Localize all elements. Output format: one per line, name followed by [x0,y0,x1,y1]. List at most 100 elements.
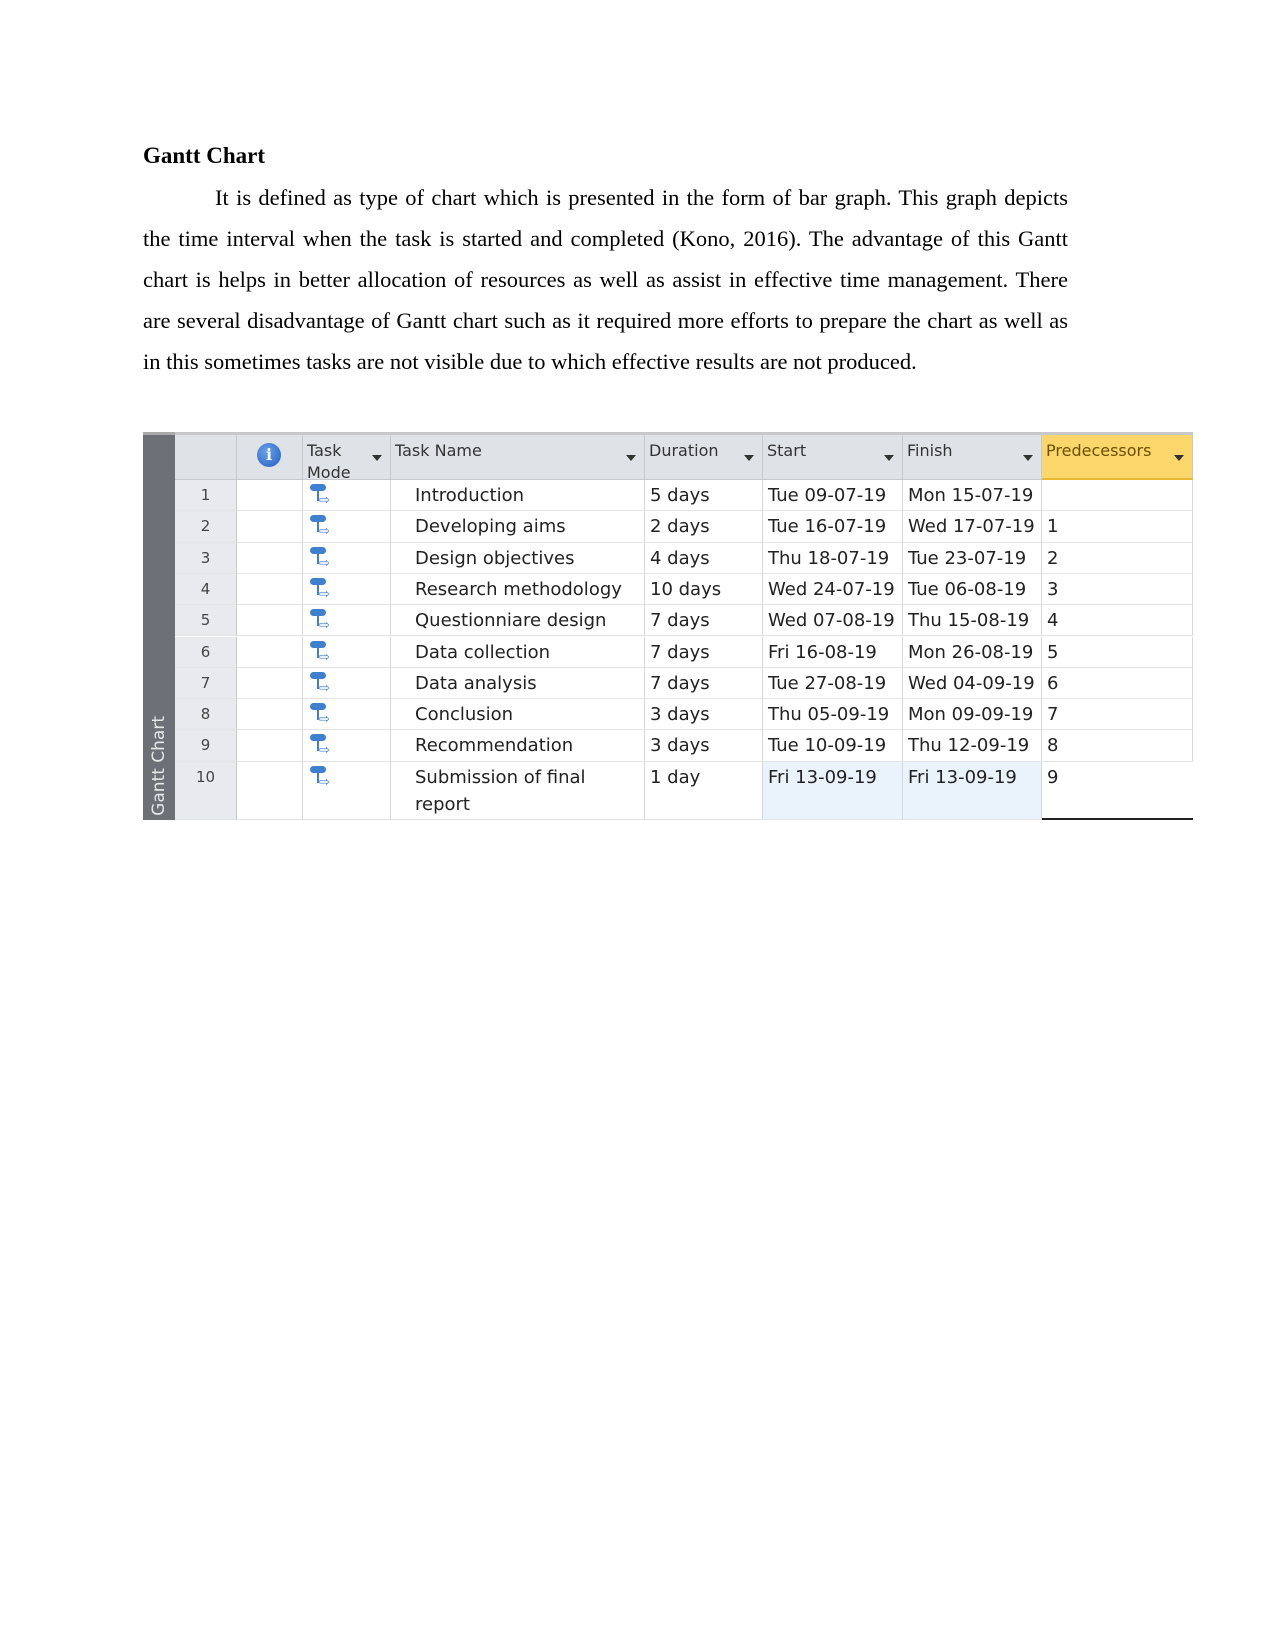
finish-cell[interactable]: Fri 13-09-19 [903,761,1042,820]
dropdown-arrow-icon[interactable] [744,455,754,461]
task-mode-cell[interactable]: ⇨ [303,761,391,820]
info-icon: i [257,443,281,467]
task-name-cell[interactable]: Developing aims [391,511,645,543]
task-name-cell[interactable]: Introduction [391,480,645,512]
finish-cell[interactable]: Tue 23-07-19 [903,542,1042,574]
task-mode-cell[interactable]: ⇨ [303,511,391,543]
task-name-cell[interactable]: Conclusion [391,699,645,731]
duration-cell[interactable]: 10 days [645,573,763,606]
row-number[interactable]: 1 [175,480,237,512]
dropdown-arrow-icon[interactable] [1174,455,1184,461]
start-cell[interactable]: Tue 27-08-19 [763,667,903,700]
row-number[interactable]: 8 [175,699,237,731]
predecessors-cell[interactable] [1042,480,1193,512]
dropdown-arrow-icon[interactable] [884,455,894,461]
task-mode-cell[interactable]: ⇨ [303,480,391,512]
task-name-cell[interactable]: Data analysis [391,667,645,700]
task-name-cell[interactable]: Research methodology [391,573,645,606]
row-number[interactable]: 6 [175,636,237,668]
duration-cell[interactable]: 4 days [645,542,763,574]
row-number[interactable]: 3 [175,542,237,574]
finish-cell[interactable]: Thu 12-09-19 [903,730,1042,762]
start-cell[interactable]: Tue 10-09-19 [763,730,903,762]
task-mode-cell[interactable]: ⇨ [303,542,391,574]
indicator-cell[interactable] [237,730,303,762]
finish-cell[interactable]: Thu 15-08-19 [903,605,1042,637]
row-number[interactable]: 2 [175,511,237,543]
finish-cell[interactable]: Wed 04-09-19 [903,667,1042,700]
select-all-header[interactable] [175,432,237,480]
task-mode-cell[interactable]: ⇨ [303,605,391,637]
start-cell[interactable]: Thu 05-09-19 [763,699,903,731]
start-cell[interactable]: Tue 09-07-19 [763,480,903,512]
task-name-cell[interactable]: Questionniare design [391,605,645,637]
start-cell[interactable]: Tue 16-07-19 [763,511,903,543]
task-mode-cell[interactable]: ⇨ [303,699,391,731]
duration-cell[interactable]: 7 days [645,667,763,700]
duration-cell[interactable]: 5 days [645,480,763,512]
start-cell[interactable]: Wed 07-08-19 [763,605,903,637]
duration-cell[interactable]: 7 days [645,636,763,668]
row-number[interactable]: 5 [175,605,237,637]
row-number[interactable]: 4 [175,573,237,606]
auto-scheduled-task-icon: ⇨ [308,576,330,602]
duration-cell[interactable]: 1 day [645,761,763,820]
auto-scheduled-task-icon: ⇨ [308,513,330,539]
task-name-cell[interactable]: Design objectives [391,542,645,574]
task-mode-cell[interactable]: ⇨ [303,730,391,762]
finish-cell[interactable]: Mon 15-07-19 [903,480,1042,512]
finish-cell[interactable]: Mon 26-08-19 [903,636,1042,668]
predecessors-cell[interactable]: 5 [1042,636,1193,668]
duration-cell[interactable]: 3 days [645,730,763,762]
header-duration[interactable]: Duration [645,432,763,480]
start-cell[interactable]: Fri 16-08-19 [763,636,903,668]
predecessors-cell[interactable]: 3 [1042,573,1193,606]
duration-cell[interactable]: 2 days [645,511,763,543]
predecessors-cell[interactable]: 8 [1042,730,1193,762]
finish-cell[interactable]: Tue 06-08-19 [903,573,1042,606]
row-number[interactable]: 9 [175,730,237,762]
indicator-cell[interactable] [237,699,303,731]
header-predecessors[interactable]: Predecessors [1042,432,1193,480]
view-bar[interactable]: Gantt Chart [143,432,175,820]
indicator-cell[interactable] [237,511,303,543]
task-name-cell[interactable]: Submission of final report [391,761,645,820]
start-cell[interactable]: Wed 24-07-19 [763,573,903,606]
dropdown-arrow-icon[interactable] [1023,455,1033,461]
indicator-cell[interactable] [237,480,303,512]
header-task-mode[interactable]: Task Mode [303,432,391,482]
task-name-cell[interactable]: Data collection [391,636,645,668]
dropdown-arrow-icon[interactable] [626,455,636,461]
predecessors-cell[interactable]: 7 [1042,699,1193,731]
duration-cell[interactable]: 3 days [645,699,763,731]
indicator-cell[interactable] [237,761,303,820]
auto-scheduled-task-icon: ⇨ [308,482,330,508]
start-cell[interactable]: Thu 18-07-19 [763,542,903,574]
indicator-cell[interactable] [237,605,303,637]
task-mode-cell[interactable]: ⇨ [303,573,391,606]
predecessors-cell[interactable]: 9 [1042,762,1193,820]
predecessors-cell[interactable]: 1 [1042,511,1193,543]
task-mode-cell[interactable]: ⇨ [303,667,391,700]
task-name-cell[interactable]: Recommendation [391,730,645,762]
indicators-header[interactable]: i [237,432,303,480]
predecessors-cell[interactable]: 2 [1042,542,1193,574]
predecessors-cell[interactable]: 4 [1042,605,1193,637]
row-number[interactable]: 10 [175,761,237,820]
header-finish[interactable]: Finish [903,432,1042,480]
dropdown-arrow-icon[interactable] [372,455,382,461]
duration-cell[interactable]: 7 days [645,605,763,637]
row-number[interactable]: 7 [175,667,237,700]
indicator-cell[interactable] [237,636,303,668]
header-task-name[interactable]: Task Name [391,432,645,480]
header-start[interactable]: Start [763,432,903,480]
auto-scheduled-task-icon: ⇨ [308,670,330,696]
indicator-cell[interactable] [237,667,303,700]
indicator-cell[interactable] [237,573,303,606]
finish-cell[interactable]: Mon 09-09-19 [903,699,1042,731]
start-cell[interactable]: Fri 13-09-19 [763,761,903,820]
indicator-cell[interactable] [237,542,303,574]
task-mode-cell[interactable]: ⇨ [303,636,391,668]
finish-cell[interactable]: Wed 17-07-19 [903,511,1042,543]
predecessors-cell[interactable]: 6 [1042,667,1193,700]
